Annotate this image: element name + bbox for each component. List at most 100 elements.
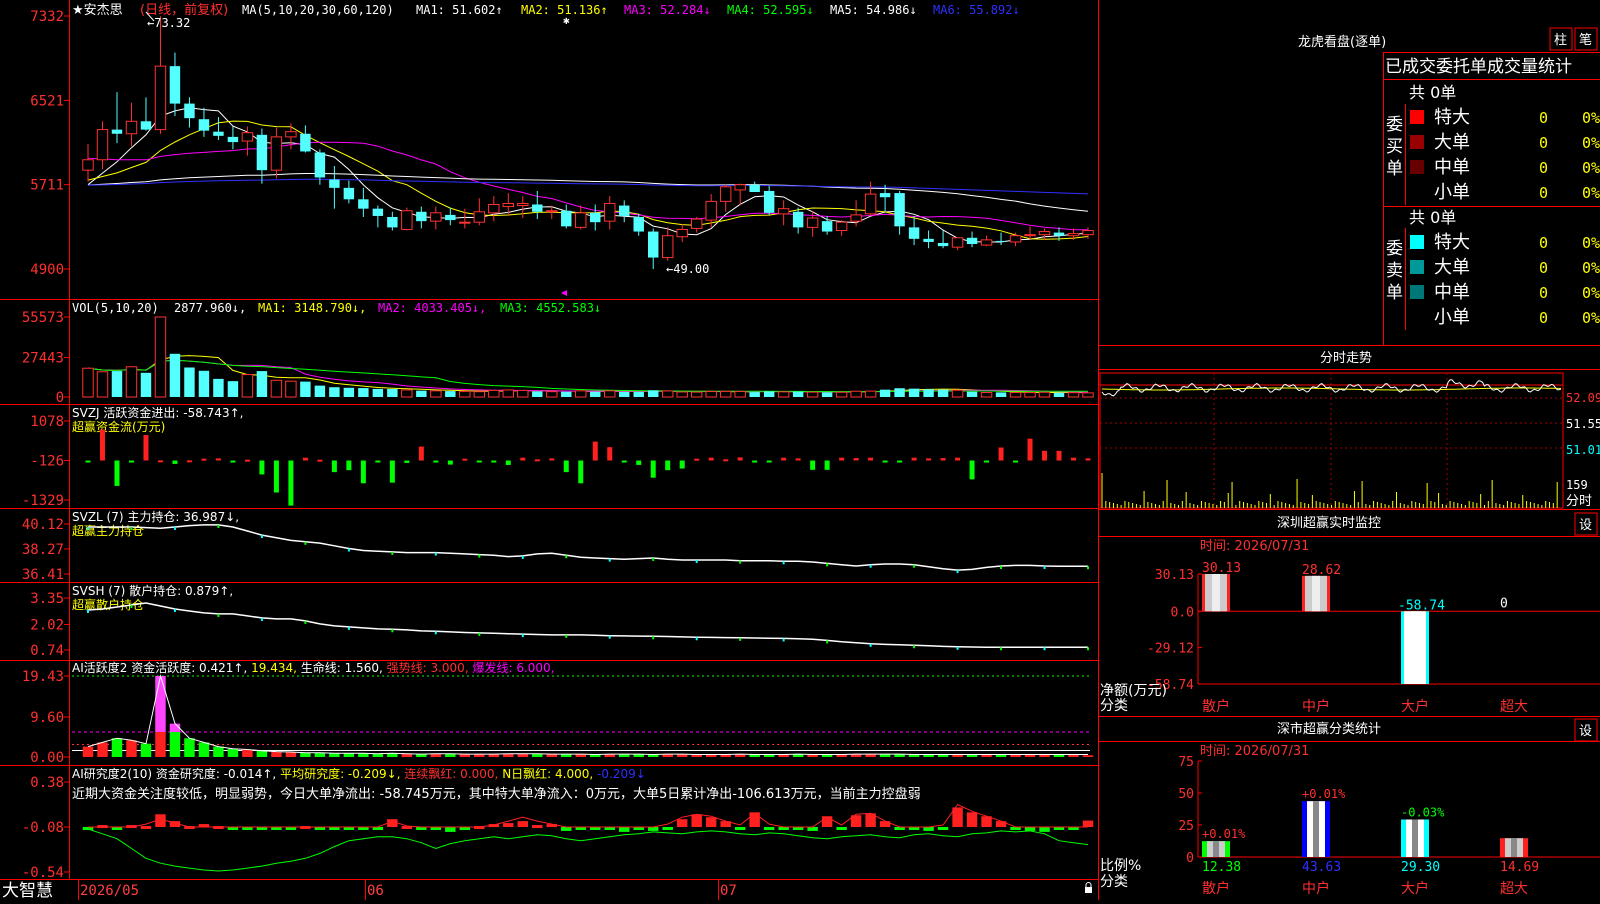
- ai-research-bar[interactable]: [1024, 827, 1036, 831]
- vol-bar[interactable]: [473, 391, 486, 398]
- vol-bar[interactable]: [387, 388, 398, 397]
- candle[interactable]: [995, 232, 1007, 246]
- candle[interactable]: [719, 184, 732, 212]
- vol-bar[interactable]: [227, 381, 239, 397]
- ai-active-bar[interactable]: [111, 738, 123, 757]
- ai-research-bar[interactable]: [923, 827, 934, 831]
- sz-monitor-chart[interactable]: 时间: 2026/07/31 30.13 0.0 -29.12 -58.74 净额(万元)…: [1100, 539, 1600, 715]
- svzj-bar[interactable]: [476, 460, 482, 463]
- vol-bar[interactable]: [502, 389, 515, 398]
- ai-research-bar[interactable]: [445, 827, 456, 832]
- vol-bar[interactable]: [777, 391, 790, 398]
- candle[interactable]: [821, 215, 833, 235]
- vol-bar[interactable]: [358, 388, 369, 397]
- ai-active-bar[interactable]: [314, 752, 326, 757]
- vol-bar[interactable]: [140, 372, 152, 397]
- svzj-bar[interactable]: [331, 460, 337, 473]
- svzj-bar[interactable]: [839, 457, 845, 461]
- candle[interactable]: [184, 97, 195, 128]
- vol-bar[interactable]: [125, 366, 138, 398]
- vol-bar[interactable]: [96, 371, 109, 398]
- stock-name[interactable]: ★安杰思: [72, 3, 123, 18]
- svzj-bar[interactable]: [302, 457, 308, 461]
- ai-research-bar[interactable]: [705, 817, 717, 827]
- vol-bar[interactable]: [734, 391, 746, 398]
- svzj-bar[interactable]: [418, 446, 424, 461]
- svzj-bar[interactable]: [708, 457, 714, 461]
- ai-research-bar[interactable]: [966, 812, 978, 827]
- vol-bar[interactable]: [676, 391, 688, 398]
- svzj-bar[interactable]: [1071, 457, 1077, 461]
- svzj-bar[interactable]: [389, 460, 395, 483]
- ai-active-bar[interactable]: [256, 750, 268, 757]
- vol-bar[interactable]: [256, 371, 268, 397]
- ai-active-bar[interactable]: [242, 749, 253, 757]
- vol-bar[interactable]: [445, 391, 456, 397]
- candle[interactable]: [445, 207, 456, 226]
- ai-active-bars[interactable]: [72, 674, 1094, 757]
- ai-active-burst-bar[interactable]: [155, 676, 166, 732]
- ai-research-bar[interactable]: [561, 827, 572, 831]
- candle[interactable]: [1038, 228, 1051, 240]
- ai-research-bar[interactable]: [937, 827, 949, 830]
- vol-bar[interactable]: [661, 390, 674, 398]
- vol-bar[interactable]: [821, 392, 833, 397]
- candle[interactable]: [561, 204, 572, 229]
- ai-active-bar[interactable]: [1053, 754, 1065, 757]
- svzj-bar[interactable]: [230, 460, 236, 463]
- lock-icon[interactable]: [1085, 887, 1092, 893]
- vol-bar[interactable]: [894, 388, 905, 397]
- svzj-bar[interactable]: [143, 435, 149, 461]
- vol-bar[interactable]: [806, 391, 819, 398]
- svzj-bar[interactable]: [172, 460, 178, 464]
- svzj-bars[interactable]: [85, 429, 1091, 506]
- volume-bars[interactable]: [82, 316, 1094, 398]
- candle[interactable]: [980, 235, 993, 247]
- candle[interactable]: [111, 92, 123, 144]
- vol-bar[interactable]: [488, 389, 500, 398]
- svzj-bar[interactable]: [244, 459, 250, 462]
- ai-research-bar[interactable]: [807, 827, 818, 831]
- ai-research-bar[interactable]: [300, 826, 311, 830]
- candle[interactable]: [329, 166, 340, 209]
- svzj-bar[interactable]: [752, 460, 758, 463]
- svzj-bar[interactable]: [520, 457, 526, 461]
- candle[interactable]: [227, 126, 239, 150]
- vol-bar[interactable]: [459, 390, 471, 398]
- ai-research-bar[interactable]: [691, 814, 702, 827]
- ai-active-bar[interactable]: [343, 753, 355, 757]
- vol-bar[interactable]: [111, 371, 123, 397]
- svzj-bar[interactable]: [1013, 460, 1019, 463]
- svzj-bar[interactable]: [940, 458, 946, 461]
- svzj-bar[interactable]: [317, 459, 323, 462]
- svzj-bar[interactable]: [679, 460, 685, 469]
- svzj-bar[interactable]: [578, 460, 584, 484]
- svzj-bar[interactable]: [824, 460, 830, 470]
- candlestick-series[interactable]: [82, 16, 1094, 269]
- candle[interactable]: [125, 102, 138, 147]
- sz-stats-chart[interactable]: 时间: 2026/07/31 75 50 25 0 比例%分类 +0.01% 12.38 散户 +…: [1100, 744, 1600, 897]
- vol-bar[interactable]: [980, 392, 993, 398]
- svzj-bar[interactable]: [781, 457, 787, 461]
- ai-active-bar[interactable]: [227, 748, 239, 757]
- vol-bar[interactable]: [648, 390, 659, 397]
- candle[interactable]: [894, 190, 905, 235]
- btn-bi[interactable]: 笔: [1574, 27, 1598, 51]
- candle[interactable]: [633, 213, 644, 236]
- candle[interactable]: [619, 200, 630, 223]
- svzj-bar[interactable]: [998, 447, 1004, 461]
- vol-bar[interactable]: [749, 392, 760, 397]
- svsh-line[interactable]: [87, 602, 1089, 651]
- vol-bar[interactable]: [213, 378, 224, 397]
- ai-research-bar[interactable]: [532, 825, 543, 829]
- candle[interactable]: [951, 237, 964, 251]
- candle[interactable]: [937, 230, 949, 249]
- candle[interactable]: [835, 220, 848, 236]
- vol-bar[interactable]: [966, 391, 978, 397]
- sz-stats-settings-button[interactable]: 设: [1574, 718, 1598, 742]
- vol-bar[interactable]: [546, 391, 558, 398]
- candle[interactable]: [82, 144, 94, 182]
- svzj-bar[interactable]: [404, 460, 410, 463]
- ai-active-bar[interactable]: [271, 751, 282, 757]
- vol-bar[interactable]: [1082, 392, 1094, 398]
